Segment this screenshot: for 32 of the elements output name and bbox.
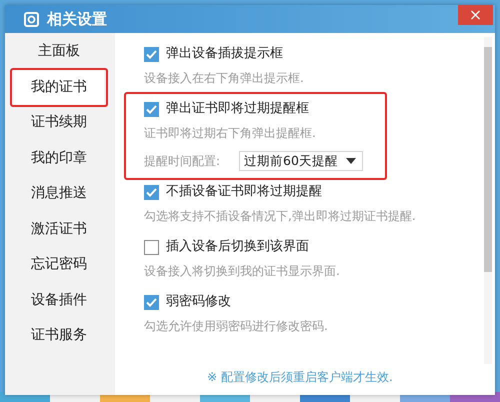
sidebar-item[interactable]: 激活证书 <box>14 212 104 247</box>
setting-description: 勾选将支持不插设备情况下,弹出即将过期证书提醒. <box>144 209 416 223</box>
restart-note: ※ 配置修改后须重启客户端才生效. <box>207 370 393 384</box>
checkbox-label[interactable]: 插入设备后切换到该界面 <box>166 237 309 257</box>
checkbox-label[interactable]: 弱密码修改 <box>166 292 231 312</box>
window-title: 相关设置 <box>47 9 107 30</box>
sidebar-item[interactable]: 证书服务 <box>14 318 104 354</box>
setting-description: 设备接入在右下角弹出提示框. <box>144 71 304 85</box>
sidebar-item[interactable]: 我的印章 <box>14 140 104 176</box>
sidebar-item[interactable]: 主面板 <box>14 34 104 70</box>
scrollbar-thumb[interactable] <box>484 47 492 272</box>
checkbox[interactable] <box>144 102 159 116</box>
checkbox-label[interactable]: 弹出证书即将过期提醒框 <box>166 99 309 119</box>
setting-description: 勾选允许使用弱密码进行修改密码. <box>144 319 328 333</box>
checkbox-label[interactable]: 不插设备证书即将过期提醒 <box>166 182 322 202</box>
caret-icon <box>346 158 356 164</box>
reminder-dropdown[interactable]: 过期前60天提醒 <box>239 151 363 171</box>
checkbox-label[interactable]: 弹出设备插拔提示框 <box>166 44 283 64</box>
app-logo-icon <box>24 12 39 27</box>
scrollbar[interactable] <box>484 37 492 364</box>
sidebar-item[interactable]: 证书续期 <box>14 105 104 140</box>
sidebar-item[interactable]: 消息推送 <box>14 176 104 212</box>
close-button[interactable]: × <box>458 5 493 25</box>
sidebar-item[interactable]: 忘记密码 <box>14 247 104 282</box>
setting-description: 证书即将过期右下角弹出提醒框. <box>144 126 316 140</box>
checkbox[interactable] <box>144 184 159 200</box>
setting-description: 设备接入将切换到我的证书显示界面. <box>144 264 340 278</box>
checkbox[interactable] <box>144 294 159 310</box>
checkbox[interactable] <box>144 240 159 254</box>
option-label: 提醒时间配置: <box>144 153 222 170</box>
checkbox[interactable] <box>144 46 159 62</box>
sidebar-item[interactable]: 设备插件 <box>14 282 104 318</box>
